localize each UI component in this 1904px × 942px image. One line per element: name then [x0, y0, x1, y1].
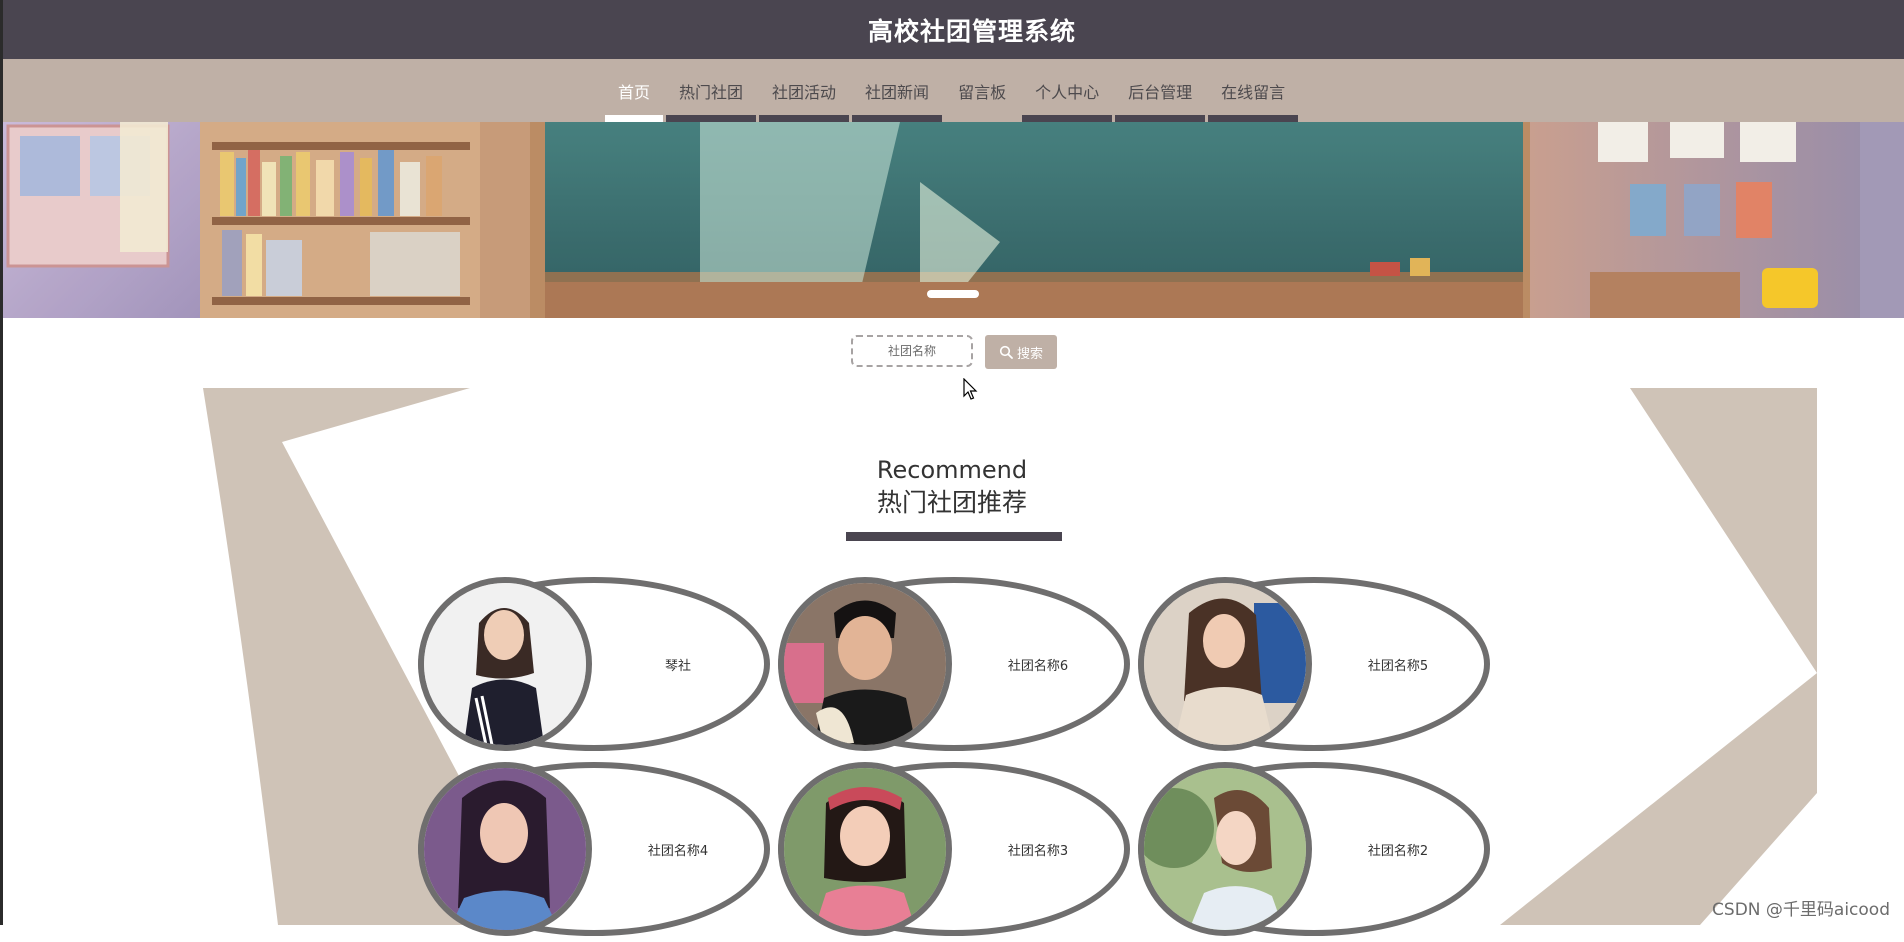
nav-indicator: [666, 115, 757, 122]
club-name-search-input[interactable]: [851, 335, 973, 367]
nav-item-home[interactable]: 首页: [605, 59, 664, 122]
nav-indicator: [852, 115, 943, 122]
banner-carousel[interactable]: [0, 122, 1904, 318]
carousel-dot[interactable]: [927, 290, 979, 298]
nav-list: 首页 热门社团 社团活动 社团新闻 留言板 个人中心 后台管理 在线留言: [605, 59, 1301, 122]
club-name: 琴社: [664, 658, 691, 674]
nav-item-club-news[interactable]: 社团新闻: [852, 59, 943, 122]
club-name: 社团名称5: [1367, 658, 1429, 674]
recommend-section-header: Recommend 热门社团推荐: [0, 455, 1904, 521]
section-title-cn: 热门社团推荐: [876, 488, 1027, 517]
nav-indicator: [605, 115, 664, 122]
nav-item-label: 热门社团: [679, 82, 744, 102]
site-header: 高校社团管理系统: [0, 0, 1904, 59]
nav-indicator: [1115, 115, 1206, 122]
club-name: 社团名称3: [1007, 843, 1069, 859]
club-photo: [418, 577, 592, 751]
nav-item-label: 在线留言: [1221, 82, 1286, 102]
club-photo: [1138, 577, 1312, 751]
search-button-label: 搜索: [1016, 346, 1043, 362]
club-card[interactable]: 社团名称3: [778, 762, 1130, 942]
window-edge: [0, 0, 3, 925]
nav-item-label: 后台管理: [1128, 82, 1193, 102]
club-photo: [1138, 762, 1312, 936]
club-card[interactable]: 琴社: [418, 577, 770, 757]
club-photo: [778, 577, 952, 751]
classroom-banner-image: [0, 122, 1904, 318]
nav-item-label: 个人中心: [1035, 82, 1100, 102]
section-title-en: Recommend: [876, 456, 1028, 484]
nav-item-message-board[interactable]: 留言板: [945, 59, 1019, 122]
nav-item-label: 首页: [618, 82, 651, 102]
club-name: 社团名称6: [1007, 658, 1069, 674]
club-card[interactable]: 社团名称5: [1138, 577, 1490, 757]
club-card[interactable]: 社团名称6: [778, 577, 1130, 757]
club-card[interactable]: 社团名称4: [418, 762, 770, 942]
club-photo: [778, 762, 952, 936]
nav-item-label: 社团活动: [772, 82, 837, 102]
main-nav: 首页 热门社团 社团活动 社团新闻 留言板 个人中心 后台管理 在线留言: [0, 59, 1904, 122]
nav-item-personal-center[interactable]: 个人中心: [1022, 59, 1113, 122]
section-title-underline: [846, 532, 1062, 541]
club-photo: [418, 762, 592, 936]
mouse-cursor-icon: [963, 378, 978, 400]
nav-item-label: 留言板: [958, 82, 1007, 102]
carousel-indicators: [927, 290, 979, 298]
nav-indicator: [1022, 115, 1113, 122]
nav-item-label: 社团新闻: [865, 82, 930, 102]
club-name: 社团名称4: [647, 843, 709, 859]
watermark: CSDN @千里码aicood: [1712, 900, 1890, 920]
search-icon: [999, 345, 1013, 359]
nav-indicator: [1208, 115, 1299, 122]
nav-item-club-activities[interactable]: 社团活动: [759, 59, 850, 122]
nav-item-admin[interactable]: 后台管理: [1115, 59, 1206, 122]
site-title: 高校社团管理系统: [867, 16, 1076, 46]
nav-item-online-message[interactable]: 在线留言: [1208, 59, 1299, 122]
search-button[interactable]: 搜索: [985, 335, 1057, 369]
search-bar: 搜索: [0, 335, 1904, 371]
nav-indicator: [759, 115, 850, 122]
club-card[interactable]: 社团名称2: [1138, 762, 1490, 942]
club-name: 社团名称2: [1367, 843, 1429, 859]
nav-item-hot-clubs[interactable]: 热门社团: [666, 59, 757, 122]
